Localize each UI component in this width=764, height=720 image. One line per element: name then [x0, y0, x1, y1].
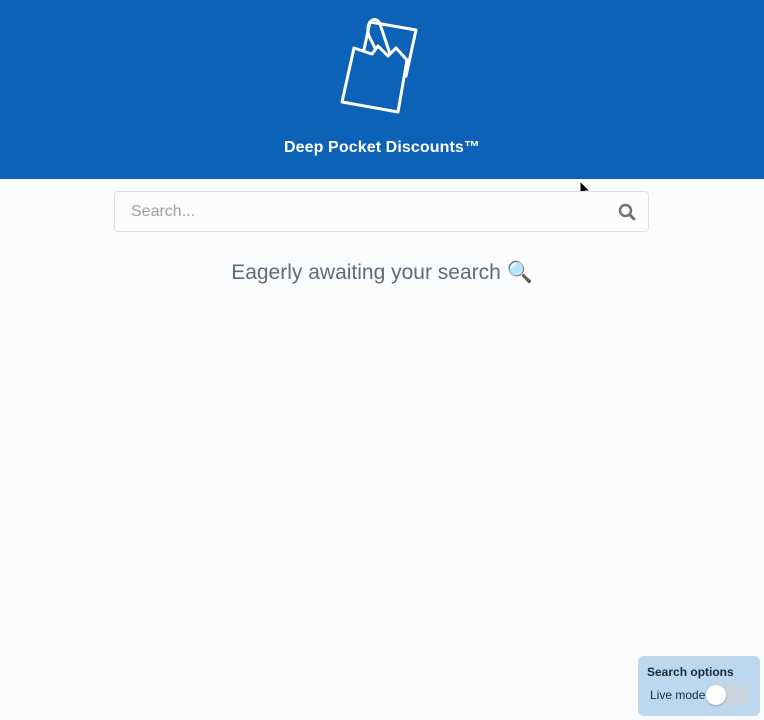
grocery-bag-icon: [340, 18, 418, 114]
empty-state-message: Eagerly awaiting your search 🔍: [231, 261, 533, 284]
live-mode-row: Live mode: [650, 685, 754, 707]
brand-title: Deep Pocket Discounts™: [283, 139, 481, 156]
site-header: Deep Pocket Discounts™: [0, 0, 764, 179]
search-options-title: Search options: [647, 665, 734, 679]
search-input[interactable]: [115, 192, 605, 231]
live-mode-label: Live mode: [650, 688, 706, 702]
search-icon[interactable]: [618, 203, 636, 221]
search-bar: [114, 191, 649, 232]
toggle-knob: [706, 685, 726, 705]
search-options-panel: Search options Live mode: [638, 656, 760, 716]
live-mode-toggle[interactable]: [706, 685, 750, 705]
page: Deep Pocket Discounts™ Eagerly awaiting …: [0, 0, 764, 720]
